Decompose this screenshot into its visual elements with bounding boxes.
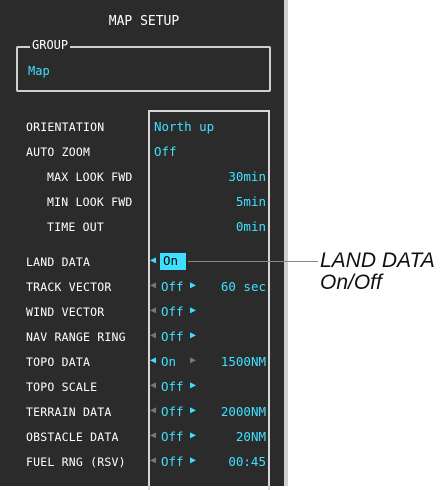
arrow-left-icon[interactable]: ◀ [150, 405, 156, 416]
arrow-right-icon[interactable]: ▶ [190, 305, 196, 316]
arrow-left-icon[interactable]: ◀ [150, 355, 156, 366]
arrow-right-icon[interactable]: ▶ [190, 380, 196, 391]
callout-annotation: LAND DATA On/Off [320, 250, 435, 294]
setting-extra-value[interactable]: 20NM [236, 429, 266, 444]
setting-row-obstacle-data[interactable]: OBSTACLE DATA ◀ Off ▶ 20NM [0, 427, 288, 449]
arrow-left-icon[interactable]: ◀ [150, 455, 156, 466]
group-value[interactable]: Map [28, 64, 50, 78]
arrow-right-icon[interactable]: ▶ [190, 280, 196, 291]
setting-value[interactable]: 0min [236, 219, 266, 234]
setting-value[interactable]: Off [161, 329, 184, 344]
setting-value[interactable]: Off [161, 304, 184, 319]
setting-label: TOPO SCALE [26, 380, 98, 394]
arrow-left-icon[interactable]: ◀ [150, 305, 156, 316]
arrow-left-icon[interactable]: ◀ [150, 430, 156, 441]
setting-row-topo-scale[interactable]: TOPO SCALE ◀ Off ▶ [0, 377, 288, 399]
setting-label: TRACK VECTOR [26, 280, 112, 294]
setting-row-nav-range-ring[interactable]: NAV RANGE RING ◀ Off ▶ [0, 327, 288, 349]
arrow-right-icon[interactable]: ▶ [190, 430, 196, 441]
setting-extra-value[interactable]: 60 sec [221, 279, 266, 294]
setting-row-wind-vector[interactable]: WIND VECTOR ◀ Off ▶ [0, 302, 288, 324]
setting-value[interactable]: Off [161, 454, 184, 469]
group-box[interactable] [16, 46, 271, 92]
setting-value[interactable]: Off [161, 379, 184, 394]
callout-leader-line [188, 261, 318, 262]
setting-row-time-out[interactable]: TIME OUT 0min [0, 217, 288, 239]
setting-row-min-look-fwd[interactable]: MIN LOOK FWD 5min [0, 192, 288, 214]
setting-label: NAV RANGE RING [26, 330, 126, 344]
setting-extra-value[interactable]: 2000NM [221, 404, 266, 419]
setting-row-land-data[interactable]: LAND DATA ◀ On [0, 252, 288, 274]
setting-row-terrain-data[interactable]: TERRAIN DATA ◀ Off ▶ 2000NM [0, 402, 288, 424]
setting-row-max-look-fwd[interactable]: MAX LOOK FWD 30min [0, 167, 288, 189]
setting-label: WIND VECTOR [26, 305, 105, 319]
setting-label: OBSTACLE DATA [26, 430, 119, 444]
selected-value-highlight[interactable]: On [160, 253, 186, 270]
setting-label: TERRAIN DATA [26, 405, 112, 419]
map-setup-panel: MAP SETUP GROUP Map ORIENTATION North up… [0, 0, 288, 490]
setting-extra-value[interactable]: 00:45 [228, 454, 266, 469]
arrow-right-icon[interactable]: ▶ [190, 405, 196, 416]
setting-value[interactable]: 30min [228, 169, 266, 184]
setting-row-orientation[interactable]: ORIENTATION North up [0, 117, 288, 139]
setting-value[interactable]: Off [161, 404, 184, 419]
setting-label: AUTO ZOOM [26, 145, 91, 159]
arrow-left-icon[interactable]: ◀ [150, 280, 156, 291]
setting-value[interactable]: Off [161, 279, 184, 294]
arrow-left-icon[interactable]: ◀ [150, 380, 156, 391]
setting-label: TOPO DATA [26, 355, 91, 369]
setting-label: MAX LOOK FWD [47, 170, 133, 184]
arrow-right-icon[interactable]: ▶ [190, 355, 196, 366]
setting-row-topo-data[interactable]: TOPO DATA ◀ On ▶ 1500NM [0, 352, 288, 374]
setting-extra-value[interactable]: 1500NM [221, 354, 266, 369]
setting-value[interactable]: On [161, 354, 176, 369]
setting-label: MIN LOOK FWD [47, 195, 133, 209]
setting-row-fuel-rng-rsv[interactable]: FUEL RNG (RSV) ◀ Off ▶ 00:45 [0, 452, 288, 474]
arrow-left-icon[interactable]: ◀ [150, 255, 156, 266]
setting-label: FUEL RNG (RSV) [26, 455, 126, 469]
arrow-left-icon[interactable]: ◀ [150, 330, 156, 341]
callout-line-2: On/Off [320, 271, 382, 294]
setting-label: TIME OUT [47, 220, 104, 234]
setting-value[interactable]: North up [154, 119, 214, 134]
callout-line-1: LAND DATA [320, 249, 435, 272]
setting-row-track-vector[interactable]: TRACK VECTOR ◀ Off ▶ 60 sec [0, 277, 288, 299]
setting-value[interactable]: Off [161, 429, 184, 444]
arrow-right-icon[interactable]: ▶ [190, 455, 196, 466]
setting-value[interactable]: Off [154, 144, 177, 159]
setting-label: ORIENTATION [26, 120, 105, 134]
window-title: MAP SETUP [108, 14, 180, 29]
setting-value[interactable]: 5min [236, 194, 266, 209]
setting-label: LAND DATA [26, 255, 91, 269]
setting-value[interactable]: On [163, 253, 178, 268]
arrow-right-icon[interactable]: ▶ [190, 330, 196, 341]
setting-row-auto-zoom[interactable]: AUTO ZOOM Off [0, 142, 288, 164]
group-label: GROUP [30, 38, 71, 52]
